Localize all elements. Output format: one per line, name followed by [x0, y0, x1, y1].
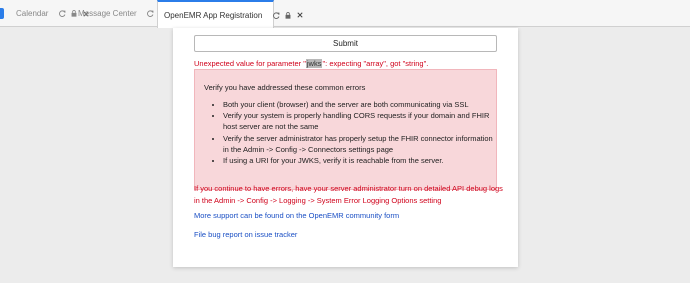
- tab-bar: Calendar Message Center OpenEMR App Regi…: [0, 0, 690, 28]
- validation-error-message: Unexpected value for parameter "jwks": e…: [194, 59, 428, 68]
- close-icon[interactable]: [296, 11, 304, 19]
- submit-button[interactable]: Submit: [194, 35, 497, 52]
- error-suffix: ": expecting "array", got "string".: [322, 59, 429, 68]
- common-errors-list: Both your client (browser) and the serve…: [204, 99, 498, 166]
- bug-report-link[interactable]: File bug report on issue tracker: [194, 230, 297, 239]
- tab-openemr-app-registration[interactable]: OpenEMR App Registration: [157, 0, 303, 28]
- error-param-highlight: jwks: [305, 59, 323, 68]
- list-item: Both your client (browser) and the serve…: [223, 99, 498, 110]
- refresh-icon[interactable]: [58, 10, 66, 18]
- tab-label: OpenEMR App Registration: [164, 10, 263, 20]
- common-errors-alert: Verify you have addressed these common e…: [194, 69, 497, 190]
- community-support-link[interactable]: More support can be found on the OpenEMR…: [194, 211, 399, 220]
- alert-intro: Verify you have addressed these common e…: [204, 83, 366, 92]
- error-prefix: Unexpected value for parameter ": [194, 59, 306, 68]
- tab-label: Message Center: [78, 9, 137, 18]
- list-item: If using a URI for your JWKS, verify it …: [223, 155, 498, 166]
- list-item: Verify the server administrator has prop…: [223, 133, 498, 155]
- registration-panel: Submit Unexpected value for parameter "j…: [173, 28, 518, 267]
- refresh-icon[interactable]: [272, 11, 280, 19]
- lock-icon[interactable]: [284, 11, 292, 19]
- tab-label: Calendar: [16, 9, 49, 18]
- debug-logs-notice: If you continue to have errors, have you…: [194, 184, 503, 205]
- tab-bar-edge-marker: [0, 8, 4, 19]
- list-item: Verify your system is properly handling …: [223, 110, 498, 132]
- refresh-icon[interactable]: [147, 10, 155, 18]
